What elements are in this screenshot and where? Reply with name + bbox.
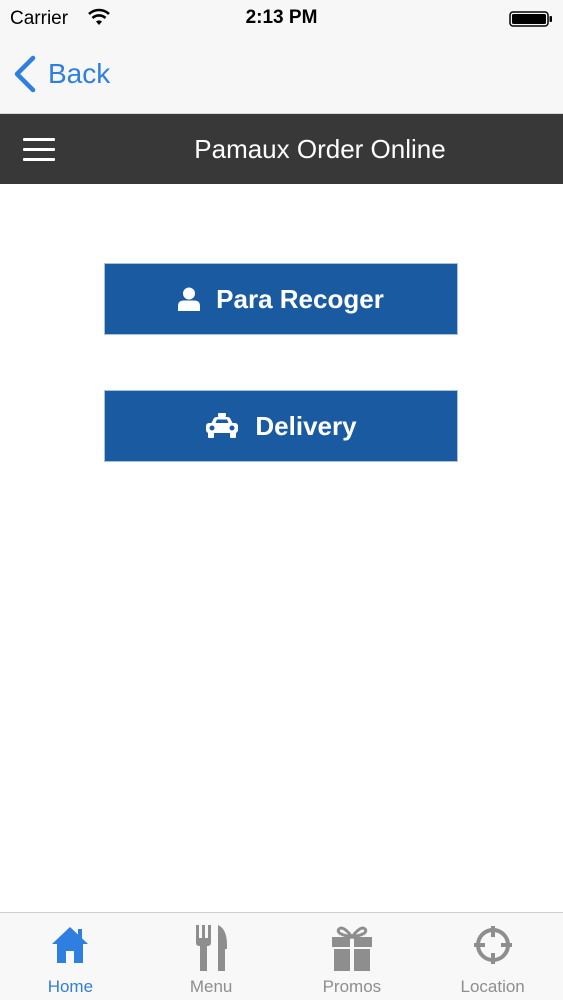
crosshair-icon xyxy=(473,926,512,964)
pickup-button[interactable]: Para Recoger xyxy=(104,263,458,335)
delivery-label: Delivery xyxy=(255,410,357,441)
tab-menu[interactable]: Menu xyxy=(141,913,282,1000)
hamburger-menu-icon[interactable] xyxy=(23,138,55,162)
taxi-icon xyxy=(206,413,239,438)
tab-bar: Home Menu Promos Location xyxy=(0,912,563,1000)
battery-icon xyxy=(509,11,552,27)
tab-location[interactable]: Location xyxy=(422,913,563,1000)
tab-promos[interactable]: Promos xyxy=(282,913,423,1000)
gift-icon xyxy=(331,926,372,971)
tab-home[interactable]: Home xyxy=(0,913,141,1000)
tab-menu-label: Menu xyxy=(189,977,233,996)
user-icon xyxy=(178,287,201,311)
tab-promos-label: Promos xyxy=(322,977,382,996)
back-button[interactable]: Back xyxy=(12,54,110,94)
page-title: Pamaux Order Online xyxy=(194,134,446,164)
tab-home-label: Home xyxy=(47,977,94,996)
delivery-button[interactable]: Delivery xyxy=(104,390,458,462)
home-icon xyxy=(52,927,89,963)
clock: 2:13 PM xyxy=(245,7,318,28)
status-bar: Carrier 2:13 PM xyxy=(0,0,563,40)
app-header: Pamaux Order Online xyxy=(0,114,563,184)
navigation-bar: Back xyxy=(0,40,563,114)
pickup-label: Para Recoger xyxy=(216,283,384,314)
tab-location-label: Location xyxy=(460,977,525,996)
back-label: Back xyxy=(48,58,111,89)
chevron-left-icon xyxy=(14,55,36,93)
fork-knife-icon xyxy=(196,925,228,971)
